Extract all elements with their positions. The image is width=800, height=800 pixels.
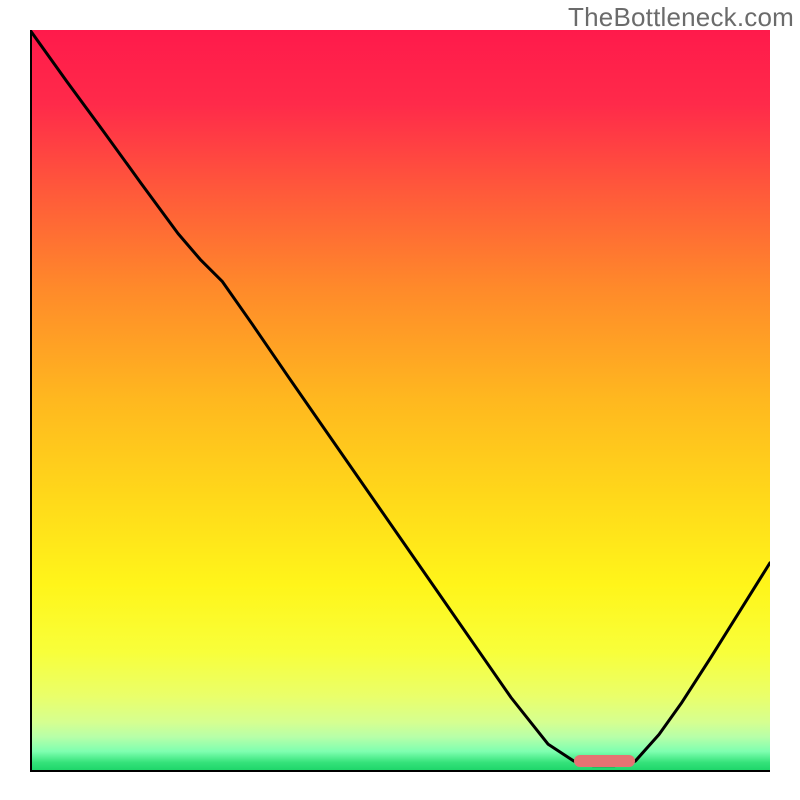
- bottleneck-curve: [30, 30, 770, 770]
- y-axis: [30, 30, 32, 772]
- optimal-range-marker: [574, 755, 635, 767]
- plot-area: [30, 30, 770, 770]
- watermark-text: TheBottleneck.com: [568, 2, 794, 33]
- x-axis: [30, 770, 770, 772]
- chart-container: TheBottleneck.com: [0, 0, 800, 800]
